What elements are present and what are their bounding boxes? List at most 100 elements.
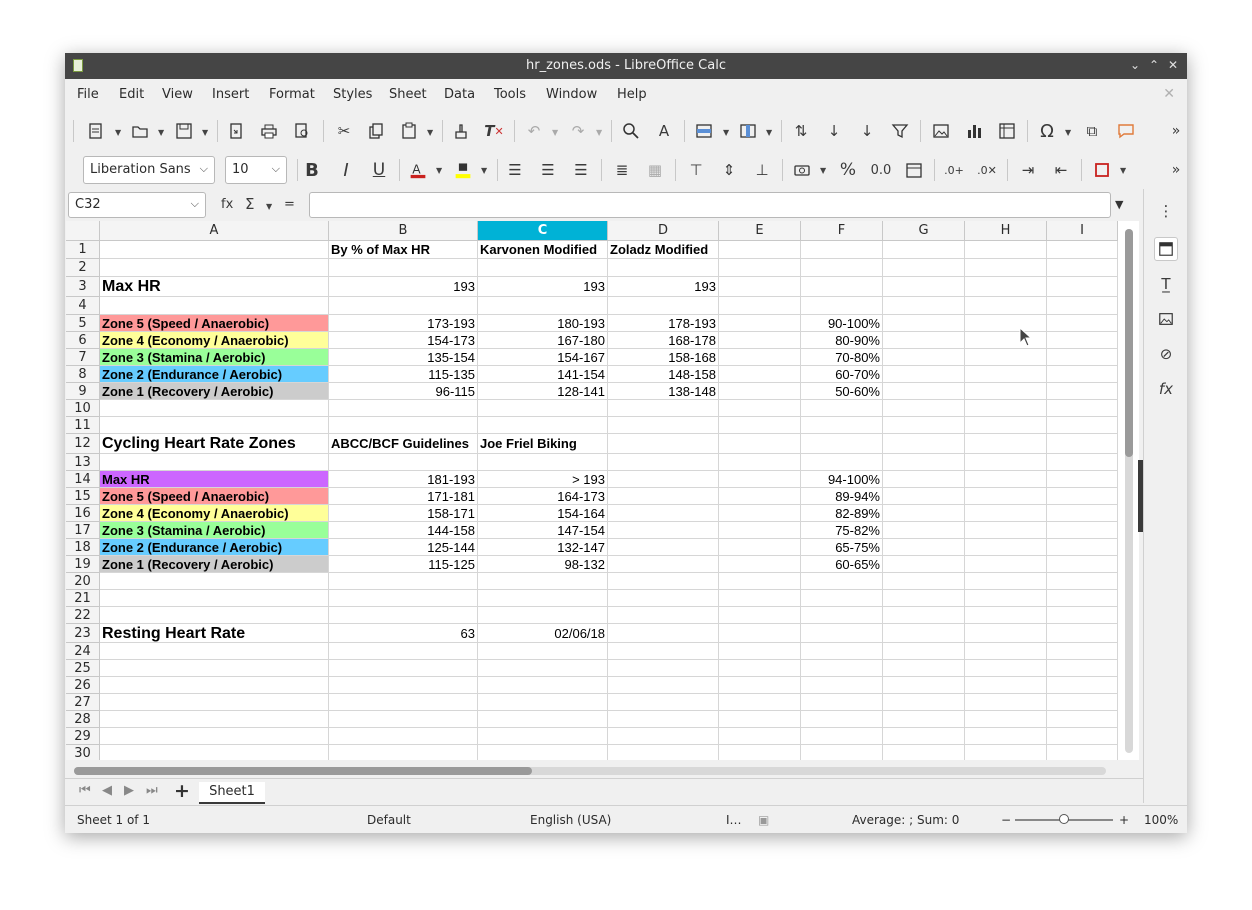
menu-view[interactable]: View — [162, 87, 193, 102]
cell-i13[interactable] — [1047, 454, 1118, 471]
cell-f21[interactable] — [801, 590, 883, 607]
cell-i12[interactable] — [1047, 434, 1118, 454]
autofilter-icon[interactable] — [889, 120, 911, 142]
menu-edit[interactable]: Edit — [119, 87, 144, 102]
cell-h29[interactable] — [965, 728, 1047, 745]
cell-d25[interactable] — [608, 660, 719, 677]
cell-b1[interactable]: By % of Max HR — [329, 241, 478, 259]
previous-sheet-icon[interactable]: ◀ — [102, 783, 112, 798]
minimize-button[interactable]: ⌄ — [1127, 57, 1143, 73]
sheet-tab-sheet1[interactable]: Sheet1 — [199, 782, 265, 804]
spelling-icon[interactable]: A — [653, 120, 675, 142]
cell-h7[interactable] — [965, 349, 1047, 366]
cell-f20[interactable] — [801, 573, 883, 590]
cell-b14[interactable]: 181-193 — [329, 471, 478, 488]
name-box[interactable]: C32 ⌵ — [68, 192, 206, 218]
cell-f22[interactable] — [801, 607, 883, 624]
more-formatting-icon[interactable]: » — [1165, 159, 1187, 181]
cell-e27[interactable] — [719, 694, 801, 711]
cell-d17[interactable] — [608, 522, 719, 539]
cell-g22[interactable] — [883, 607, 965, 624]
cell-h26[interactable] — [965, 677, 1047, 694]
expand-formula-icon[interactable]: ▼ — [1115, 198, 1123, 211]
row-header-30[interactable]: 30 — [66, 745, 100, 760]
menu-styles[interactable]: Styles — [333, 87, 372, 102]
cell-i21[interactable] — [1047, 590, 1118, 607]
cell-i28[interactable] — [1047, 711, 1118, 728]
cell-i19[interactable] — [1047, 556, 1118, 573]
cell-e12[interactable] — [719, 434, 801, 454]
maximize-button[interactable]: ⌃ — [1146, 57, 1162, 73]
cell-d24[interactable] — [608, 643, 719, 660]
spreadsheet-grid[interactable]: A B C D E F G H I 1 By % of Max HR Karvonen Modifie… — [66, 221, 1139, 760]
cell-g26[interactable] — [883, 677, 965, 694]
zoom-slider-handle[interactable] — [1059, 814, 1069, 824]
delete-decimal-icon[interactable]: .0✕ — [976, 159, 998, 181]
cell-f15[interactable]: 89-94% — [801, 488, 883, 505]
function-wizard-icon[interactable]: fx — [221, 197, 233, 212]
cell-h17[interactable] — [965, 522, 1047, 539]
cell-g25[interactable] — [883, 660, 965, 677]
cell-f14[interactable]: 94-100% — [801, 471, 883, 488]
vertical-scroll-thumb[interactable] — [1125, 229, 1133, 457]
cell-i6[interactable] — [1047, 332, 1118, 349]
cell-c1[interactable]: Karvonen Modified — [478, 241, 608, 259]
cell-d15[interactable] — [608, 488, 719, 505]
cell-g5[interactable] — [883, 315, 965, 332]
cell-h16[interactable] — [965, 505, 1047, 522]
cell-d29[interactable] — [608, 728, 719, 745]
align-top-icon[interactable]: ⊤ — [685, 159, 707, 181]
cell-h11[interactable] — [965, 417, 1047, 434]
new-document-icon[interactable] — [85, 120, 107, 142]
cell-a15[interactable]: Zone 5 (Speed / Anaerobic) — [100, 488, 329, 505]
cell-h23[interactable] — [965, 624, 1047, 643]
cell-b20[interactable] — [329, 573, 478, 590]
row-header-11[interactable]: 11 — [66, 417, 100, 434]
special-character-icon[interactable]: Ω — [1036, 120, 1058, 142]
cell-f26[interactable] — [801, 677, 883, 694]
cell-b23[interactable]: 63 — [329, 624, 478, 643]
styles-icon[interactable]: T̲ — [1154, 272, 1178, 296]
cell-c6[interactable]: 167-180 — [478, 332, 608, 349]
cell-g19[interactable] — [883, 556, 965, 573]
cell-c9[interactable]: 128-141 — [478, 383, 608, 400]
cell-h3[interactable] — [965, 277, 1047, 297]
cell-i7[interactable] — [1047, 349, 1118, 366]
cell-e23[interactable] — [719, 624, 801, 643]
cell-b25[interactable] — [329, 660, 478, 677]
cell-b5[interactable]: 173-193 — [329, 315, 478, 332]
row-header-2[interactable]: 2 — [66, 259, 100, 277]
row-header-6[interactable]: 6 — [66, 332, 100, 349]
cell-i15[interactable] — [1047, 488, 1118, 505]
language[interactable]: English (USA) — [530, 813, 611, 827]
column-header-h[interactable]: H — [965, 221, 1047, 241]
save-dropdown-icon[interactable]: ▼ — [202, 128, 208, 137]
copy-icon[interactable] — [365, 120, 387, 142]
cell-d13[interactable] — [608, 454, 719, 471]
cell-i24[interactable] — [1047, 643, 1118, 660]
row-header-22[interactable]: 22 — [66, 607, 100, 624]
cell-i9[interactable] — [1047, 383, 1118, 400]
cell-i8[interactable] — [1047, 366, 1118, 383]
cell-e28[interactable] — [719, 711, 801, 728]
cell-d23[interactable] — [608, 624, 719, 643]
cell-c17[interactable]: 147-154 — [478, 522, 608, 539]
cell-d16[interactable] — [608, 505, 719, 522]
cell-e21[interactable] — [719, 590, 801, 607]
cell-f25[interactable] — [801, 660, 883, 677]
cell-h1[interactable] — [965, 241, 1047, 259]
cell-i26[interactable] — [1047, 677, 1118, 694]
cell-e10[interactable] — [719, 400, 801, 417]
cell-g3[interactable] — [883, 277, 965, 297]
cell-e20[interactable] — [719, 573, 801, 590]
column-header-c[interactable]: C — [478, 221, 608, 241]
cell-f30[interactable] — [801, 745, 883, 760]
italic-button[interactable]: I — [335, 159, 357, 181]
cell-e3[interactable] — [719, 277, 801, 297]
cut-icon[interactable]: ✂ — [333, 120, 355, 142]
cell-e1[interactable] — [719, 241, 801, 259]
row-header-13[interactable]: 13 — [66, 454, 100, 471]
column-header-i[interactable]: I — [1047, 221, 1118, 241]
open-dropdown-icon[interactable]: ▼ — [158, 128, 164, 137]
cell-c26[interactable] — [478, 677, 608, 694]
